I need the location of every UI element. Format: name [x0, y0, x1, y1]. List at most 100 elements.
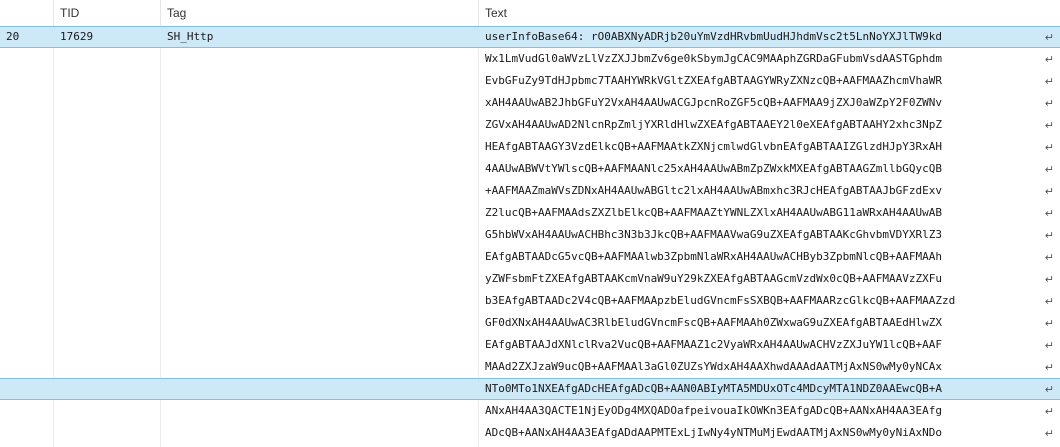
log-row[interactable]: ZGVxAH4AAUwAD2NlcnRpZmljYXRldHlwZXEAfgAB…: [0, 114, 1060, 136]
cell-tid: [54, 92, 161, 114]
cell-text: ANxAH4AA3QACTE1NjEyODg4MXQADOafpeivouaIk…: [485, 404, 942, 417]
cell-pid: [0, 400, 54, 422]
word-wrap-icon: ↵: [1044, 52, 1054, 66]
cell-pid: [0, 268, 54, 290]
cell-tag: [161, 114, 479, 136]
word-wrap-icon: ↵: [1044, 184, 1054, 198]
word-wrap-icon: ↵: [1044, 250, 1054, 264]
log-rows: 20 17629 SH_Http userInfoBase64: rO0ABXNyAD…: [0, 26, 1060, 447]
cell-pid: [0, 180, 54, 202]
cell-tid: [54, 246, 161, 268]
log-row[interactable]: GF0dXNxAH4AAUwAC3RlbEludGVncmFscQB+AAFMA…: [0, 312, 1060, 334]
log-row[interactable]: yZWFsbmFtZXEAfgABTAAKcmVnaW9uY29kZXEAfgA…: [0, 268, 1060, 290]
column-header-text[interactable]: Text: [479, 0, 1060, 26]
log-row[interactable]: 4AAUwABWVtYWlscQB+AAFMAANlc25xAH4AAUwABm…: [0, 158, 1060, 180]
word-wrap-icon: ↵: [1044, 338, 1054, 352]
cell-tag: [161, 48, 479, 70]
column-header-pid[interactable]: [0, 0, 54, 26]
cell-tag: [161, 136, 479, 158]
cell-tid: [54, 400, 161, 422]
cell-tag: [161, 180, 479, 202]
log-row[interactable]: 20 17629 SH_Http userInfoBase64: rO0ABXNyAD…: [0, 26, 1060, 48]
cell-tag: [161, 268, 479, 290]
cell-text: ADcQB+AANxAH4AA3EAfgADdAAPMTExLjIwNy4yNT…: [485, 426, 942, 439]
cell-tid: [54, 202, 161, 224]
log-row[interactable]: MAAd2ZXJzaW9ucQB+AAFMAAl3aGl0ZUZsYWdxAH4…: [0, 356, 1060, 378]
word-wrap-icon: ↵: [1044, 228, 1054, 242]
cell-text: G5hbWVxAH4AAUwACHBhc3N3b3JkcQB+AAFMAAVwa…: [485, 228, 942, 241]
log-row[interactable]: NTo0MTo1NXEAfgADcHEAfgADcQB+AAN0ABIyMTA5…: [0, 378, 1060, 400]
cell-tid: [54, 356, 161, 378]
cell-tag: [161, 312, 479, 334]
log-row[interactable]: +AAFMAAZmaWVsZDNxAH4AAUwABGltc2lxAH4AAUw…: [0, 180, 1060, 202]
cell-tid: [54, 334, 161, 356]
cell-pid: [0, 92, 54, 114]
log-row[interactable]: EAfgABTAAJdXNlclRva2VucQB+AAFMAAZ1c2VyaW…: [0, 334, 1060, 356]
cell-tid: [54, 180, 161, 202]
cell-tid: [54, 268, 161, 290]
cell-tid: [54, 312, 161, 334]
word-wrap-icon: ↵: [1044, 382, 1054, 396]
word-wrap-icon: ↵: [1044, 316, 1054, 330]
word-wrap-icon: ↵: [1044, 426, 1054, 440]
cell-pid: [0, 70, 54, 92]
cell-pid: [0, 422, 54, 444]
cell-tid: [54, 114, 161, 136]
cell-tag: [161, 202, 479, 224]
log-row[interactable]: ADcQB+AANxAH4AA3EAfgADdAAPMTExLjIwNy4yNT…: [0, 422, 1060, 444]
cell-tag: [161, 92, 479, 114]
cell-text: EAfgABTAADcG5vcQB+AAFMAAlwb3ZpbmNlaWRxAH…: [485, 250, 942, 263]
cell-pid: 20: [6, 30, 20, 43]
word-wrap-icon: ↵: [1044, 162, 1054, 176]
cell-tid: [54, 379, 161, 399]
cell-tag: [161, 334, 479, 356]
log-row[interactable]: ANxAH4AA3QACTE1NjEyODg4MXQADOafpeivouaIk…: [0, 400, 1060, 422]
cell-text: yZWFsbmFtZXEAfgABTAAKcmVnaW9uY29kZXEAfgA…: [485, 272, 942, 285]
log-row[interactable]: Z2lucQB+AAFMAAdsZXZlbElkcQB+AAFMAAZtYWNL…: [0, 202, 1060, 224]
log-row[interactable]: EvbGFuZy9TdHJpbmc7TAAHYWRkVGltZXEAfgABTA…: [0, 70, 1060, 92]
log-row[interactable]: b3EAfgABTAADc2V4cQB+AAFMAApzbEludGVncmFs…: [0, 290, 1060, 312]
cell-text: Wx1LmVudGl0aWVzLlVzZXJJbmZv6ge0kSbymJgCA…: [485, 52, 942, 65]
word-wrap-icon: ↵: [1044, 74, 1054, 88]
cell-text: NTo0MTo1NXEAfgADcHEAfgADcQB+AAN0ABIyMTA5…: [485, 382, 942, 395]
cell-pid: [0, 246, 54, 268]
column-header-tid[interactable]: TID: [54, 0, 161, 26]
log-row[interactable]: Wx1LmVudGl0aWVzLlVzZXJJbmZv6ge0kSbymJgCA…: [0, 48, 1060, 70]
cell-tid: [54, 224, 161, 246]
word-wrap-icon: ↵: [1044, 206, 1054, 220]
cell-tid: [54, 290, 161, 312]
word-wrap-icon: ↵: [1044, 404, 1054, 418]
cell-tag: SH_Http: [167, 30, 214, 43]
log-row[interactable]: G5hbWVxAH4AAUwACHBhc3N3b3JkcQB+AAFMAAVwa…: [0, 224, 1060, 246]
log-row[interactable]: xAH4AAUwAB2JhbGFuY2VxAH4AAUwACGJpcnRoZGF…: [0, 92, 1060, 114]
column-header-tag[interactable]: Tag: [161, 0, 479, 26]
cell-text: +AAFMAAZmaWVsZDNxAH4AAUwABGltc2lxAH4AAUw…: [485, 184, 942, 197]
cell-text: HEAfgABTAAGY3VzdElkcQB+AAFMAAtkZXNjcmlwd…: [485, 140, 942, 153]
cell-pid: [0, 158, 54, 180]
cell-tag: [161, 158, 479, 180]
cell-pid: [0, 114, 54, 136]
cell-text: ZGVxAH4AAUwAD2NlcnRpZmljYXRldHlwZXEAfgAB…: [485, 118, 942, 131]
cell-tid: [54, 136, 161, 158]
log-row[interactable]: HEAfgABTAAGY3VzdElkcQB+AAFMAAtkZXNjcmlwd…: [0, 136, 1060, 158]
cell-tag: [161, 70, 479, 92]
log-grid: TID Tag Text 20 17629 SH_Http userInfoBase6…: [0, 0, 1060, 447]
word-wrap-icon: ↵: [1044, 96, 1054, 110]
cell-text: b3EAfgABTAADc2V4cQB+AAFMAApzbEludGVncmFs…: [485, 294, 956, 307]
column-header-row: TID Tag Text: [0, 0, 1060, 27]
cell-tid: [54, 48, 161, 70]
cell-tag: [161, 290, 479, 312]
cell-text: EvbGFuZy9TdHJpbmc7TAAHYWRkVGltZXEAfgABTA…: [485, 74, 942, 87]
cell-tid: [54, 70, 161, 92]
cell-tag: [161, 422, 479, 444]
word-wrap-icon: ↵: [1044, 30, 1054, 44]
cell-text: xAH4AAUwAB2JhbGFuY2VxAH4AAUwACGJpcnRoZGF…: [485, 96, 942, 109]
cell-pid: [0, 290, 54, 312]
cell-text: GF0dXNxAH4AAUwAC3RlbEludGVncmFscQB+AAFMA…: [485, 316, 942, 329]
word-wrap-icon: ↵: [1044, 294, 1054, 308]
log-row[interactable]: EAfgABTAADcG5vcQB+AAFMAAlwb3ZpbmNlaWRxAH…: [0, 246, 1060, 268]
cell-pid: [0, 356, 54, 378]
cell-tag: [161, 356, 479, 378]
cell-pid: [0, 224, 54, 246]
word-wrap-icon: ↵: [1044, 118, 1054, 132]
